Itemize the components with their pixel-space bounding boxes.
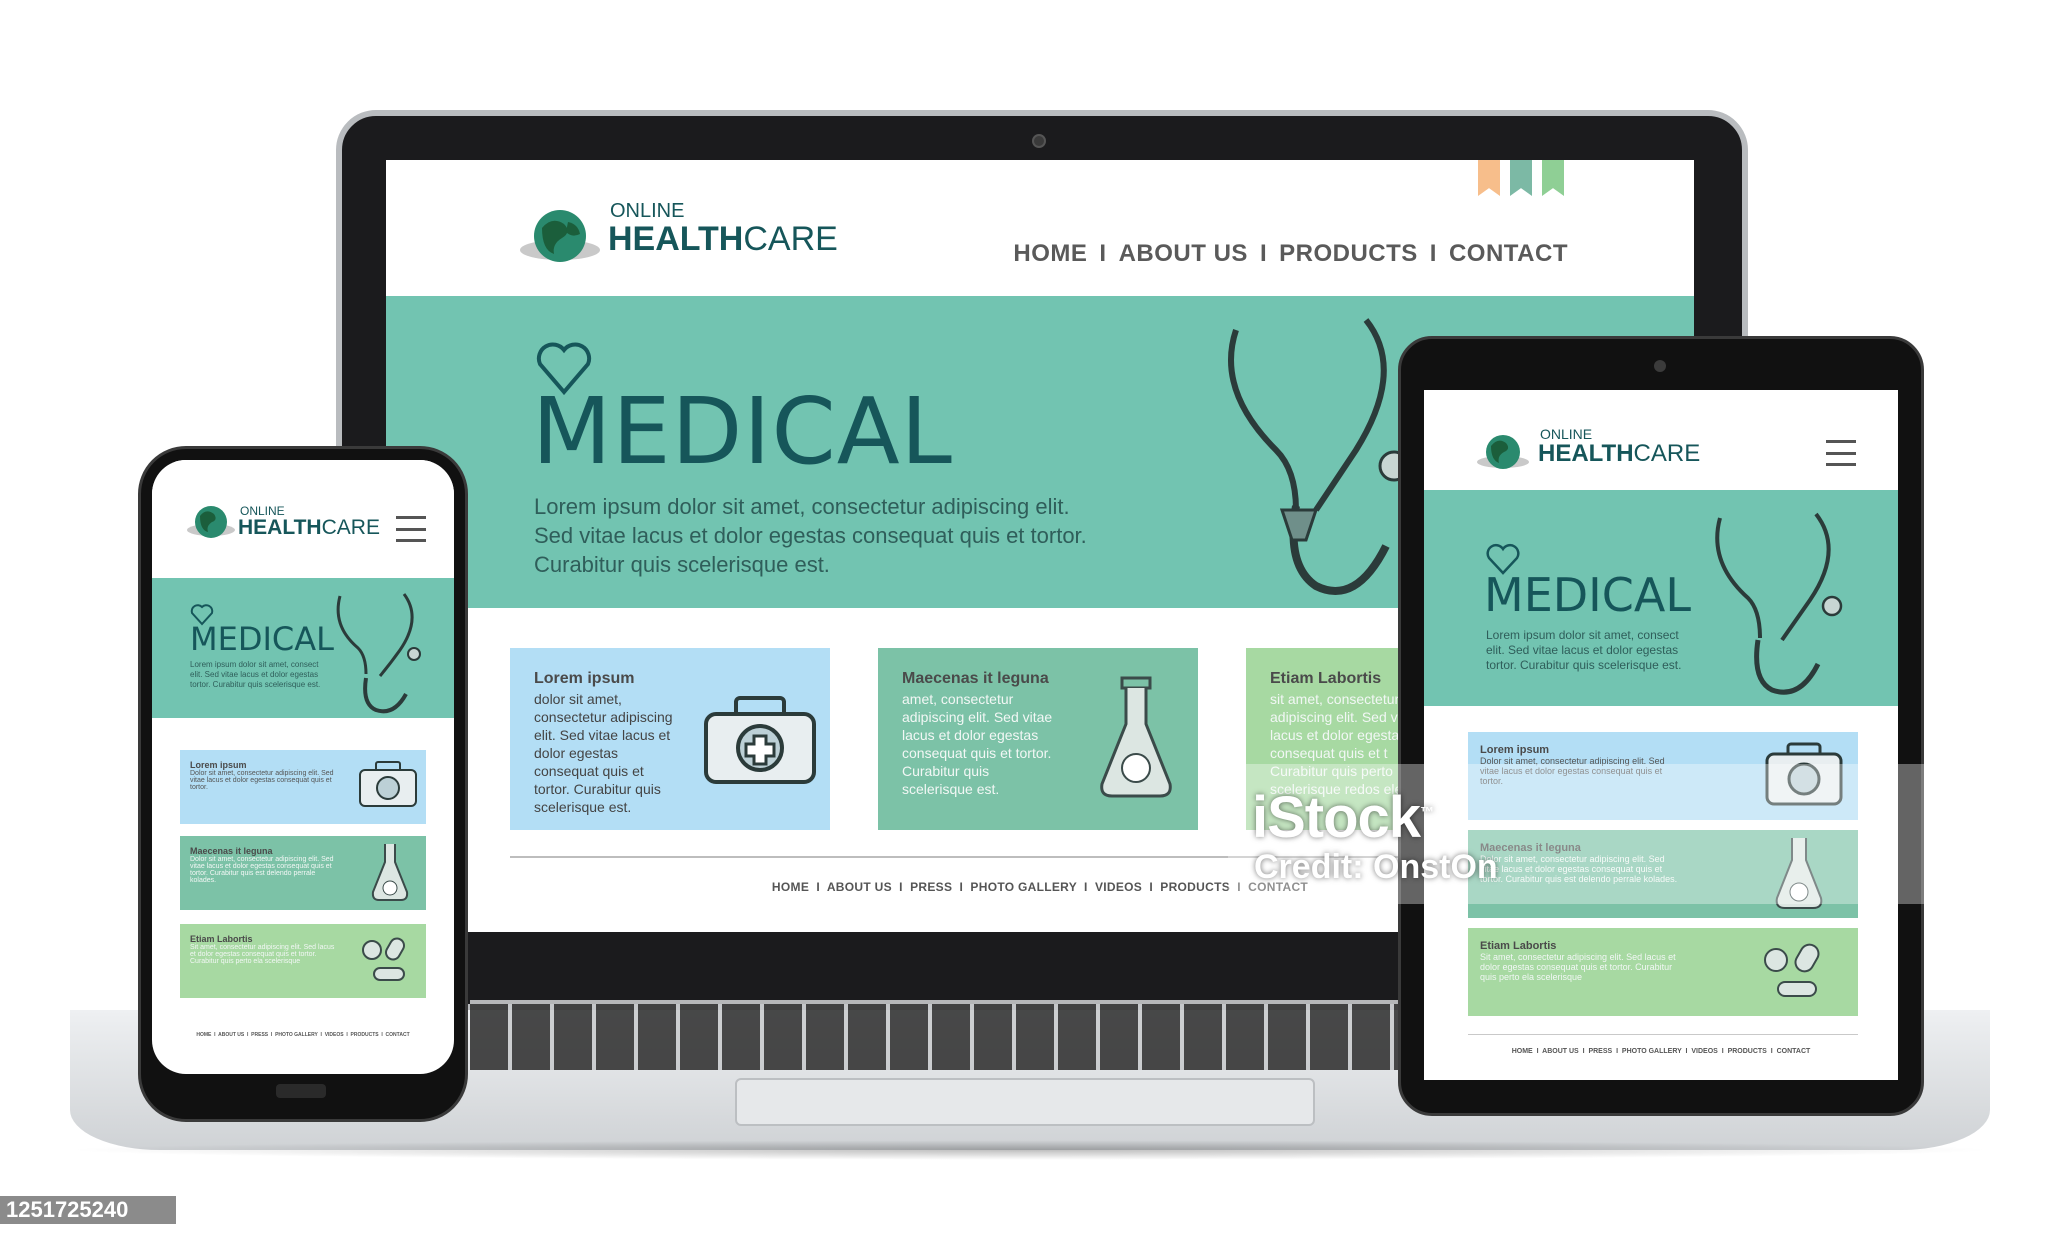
card-2-text: amet, consectetur adipiscing elit. Sed v… — [902, 691, 1053, 797]
hero-text: Lorem ipsum dolor sit amet, consectetur … — [534, 494, 1087, 577]
pills-icon — [1764, 943, 1820, 997]
phone-card-3[interactable]: Etiam Labortis Sit amet, consectetur adi… — [180, 924, 426, 998]
main-nav: HOME I ABOUT US I PRODUCTS I CONTACT — [1013, 240, 1568, 268]
phone-hero-text: Lorem ipsum dolor sit amet, consect elit… — [190, 660, 321, 689]
tablet-logo-line2: HEALTHCARE — [1538, 440, 1701, 467]
watermark-credit: Credit: OnstOn — [1254, 848, 1498, 886]
globe-icon — [1477, 435, 1529, 469]
nav-products[interactable]: PRODUCTS — [1279, 240, 1418, 268]
tablet-header: ONLINE HEALTHCARE — [1424, 390, 1898, 490]
logo-line2: HEALTHCARE — [608, 220, 838, 258]
tablet-hero: MEDICAL Lorem ipsum dolor sit amet, cons… — [1424, 490, 1898, 706]
stethoscope-icon — [1228, 318, 1410, 595]
ribbon-green — [1542, 160, 1564, 196]
tablet-footer-divider — [1468, 1034, 1858, 1035]
phone-screen: ONLINE HEALTHCARE MEDICAL Lorem ipsum do… — [152, 460, 454, 1074]
stethoscope-icon — [1715, 512, 1843, 695]
nav-about[interactable]: ABOUT US — [1119, 240, 1248, 268]
card-1-text: dolor sit amet, consectetur adipiscing e… — [534, 691, 673, 815]
card-3-title: Etiam Labortis — [1270, 670, 1382, 687]
globe-icon — [520, 210, 600, 262]
ribbon-orange — [1478, 160, 1500, 196]
nav-separator: I — [1259, 240, 1268, 267]
laptop-shadow — [60, 1140, 2000, 1160]
tablet-card-3-text: Sit amet, consectetur adipiscing elit. S… — [1480, 952, 1676, 982]
pills-icon — [362, 937, 405, 981]
tablet-footer[interactable]: HOME I ABOUT US I PRESS I PHOTO GALLERY … — [1424, 1048, 1898, 1055]
phone-card-3-text: Sit amet, consectetur adipiscing elit. S… — [190, 944, 335, 965]
laptop-touchpad — [735, 1078, 1315, 1126]
tablet-screen: ONLINE HEALTHCARE MEDICAL Lorem ipsum do… — [1424, 390, 1898, 1080]
hero-title: MEDICAL — [532, 378, 953, 485]
stethoscope-icon — [336, 593, 421, 714]
nav-separator: I — [1429, 240, 1437, 267]
hamburger-menu-icon[interactable] — [1826, 440, 1856, 466]
flask-icon — [1100, 676, 1172, 798]
site-header: ONLINE HEALTHCARE HOME I ABOUT US I PROD… — [386, 160, 1694, 296]
phone-hero: MEDICAL Lorem ipsum dolor sit amet, cons… — [152, 578, 454, 718]
site-logo[interactable]: ONLINE HEALTHCARE — [518, 196, 838, 276]
phone-logo-line2: HEALTHCARE — [238, 516, 380, 539]
nav-home[interactable]: HOME — [1013, 240, 1087, 268]
phone-card-1[interactable]: Lorem ipsum Dolor sit amet, consectetur … — [180, 750, 426, 824]
phone-header: ONLINE HEALTHCARE — [152, 460, 454, 580]
tablet-hero-title: MEDICAL — [1484, 568, 1691, 622]
phone-footer[interactable]: HOME I ABOUT US I PRESS I PHOTO GALLERY … — [152, 1032, 454, 1038]
phone-card-1-text: Dolor sit amet, consectetur adipiscing e… — [190, 770, 334, 791]
watermark-brand: iStock™ — [1252, 785, 1434, 850]
first-aid-kit-icon — [359, 761, 417, 807]
card-2[interactable]: Maecenas it leguna amet, consectetur adi… — [878, 648, 1198, 830]
card-1-title: Lorem ipsum — [534, 670, 635, 687]
phone-hero-title: MEDICAL — [190, 620, 334, 658]
nav-contact[interactable]: CONTACT — [1449, 240, 1568, 268]
flask-icon — [371, 844, 409, 901]
phone-card-2[interactable]: Maecenas it leguna Dolor sit amet, conse… — [180, 836, 426, 910]
first-aid-kit-icon — [704, 696, 816, 784]
tablet-camera — [1654, 360, 1666, 372]
ribbon-teal — [1510, 160, 1532, 196]
tablet-card-3[interactable]: Etiam Labortis Sit amet, consectetur adi… — [1468, 928, 1858, 1016]
card-1[interactable]: Lorem ipsum dolor sit amet, consectetur … — [510, 648, 830, 830]
phone-card-2-text: Dolor sit amet, consectetur adipiscing e… — [190, 856, 334, 884]
tablet-hero-text: Lorem ipsum dolor sit amet, consect elit… — [1486, 628, 1682, 672]
nav-separator: I — [1099, 240, 1107, 267]
hamburger-menu-icon[interactable] — [396, 516, 426, 542]
globe-icon — [187, 506, 235, 538]
phone-home-button[interactable] — [276, 1084, 326, 1098]
laptop-camera — [1032, 134, 1046, 148]
image-id-label: 1251725240 — [0, 1196, 176, 1224]
